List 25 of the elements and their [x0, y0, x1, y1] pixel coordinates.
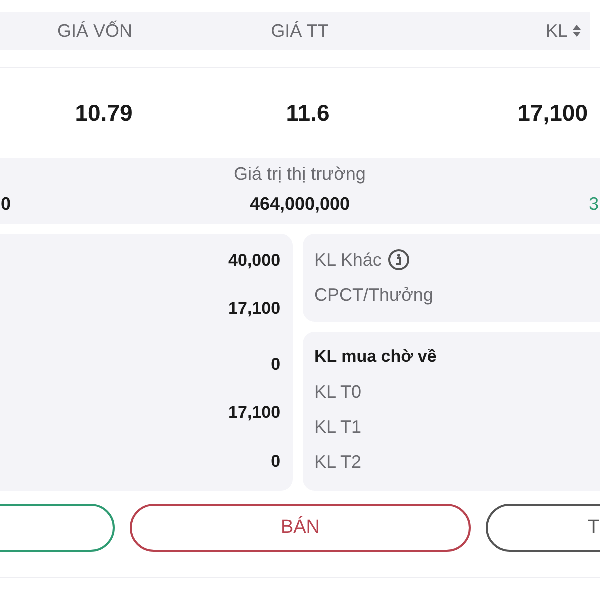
table-cell-text: 17,100 [518, 98, 588, 128]
table-cell-text: 10.79 [75, 98, 133, 128]
value-text: 3 [588, 193, 599, 216]
action-button[interactable]: BÁN [130, 504, 471, 552]
volume-value: 0 [271, 451, 281, 473]
column-header[interactable]: KL [546, 18, 568, 44]
table-cell-text: 11.6 [286, 98, 330, 128]
bonus-label: CPCT/Thưởng [314, 284, 434, 306]
volume-value: 17,100 [228, 298, 281, 320]
pending-buy-title: KL mua chờ về [314, 346, 438, 368]
pending-item-label: KL T1 [314, 416, 363, 438]
market-value: 464,000,000 [250, 193, 350, 216]
other-volume-label: KL Khác [314, 249, 382, 271]
column-header: GIÁ VỐN [57, 20, 132, 42]
volume-value: 17,100 [228, 402, 281, 424]
pending-item-label: KL T2 [314, 451, 363, 473]
value-text: 0 [1, 193, 12, 216]
pending-item-label: KL T0 [314, 381, 363, 403]
volume-value: 40,000 [228, 250, 281, 272]
volume-value: 0 [271, 354, 281, 376]
column-header: GIÁ TT [271, 20, 329, 42]
sort-icon[interactable] [572, 24, 582, 38]
action-button[interactable]: T [486, 504, 600, 552]
market-value-label: Giá trị thị trường [234, 163, 366, 186]
info-icon[interactable] [388, 249, 410, 271]
